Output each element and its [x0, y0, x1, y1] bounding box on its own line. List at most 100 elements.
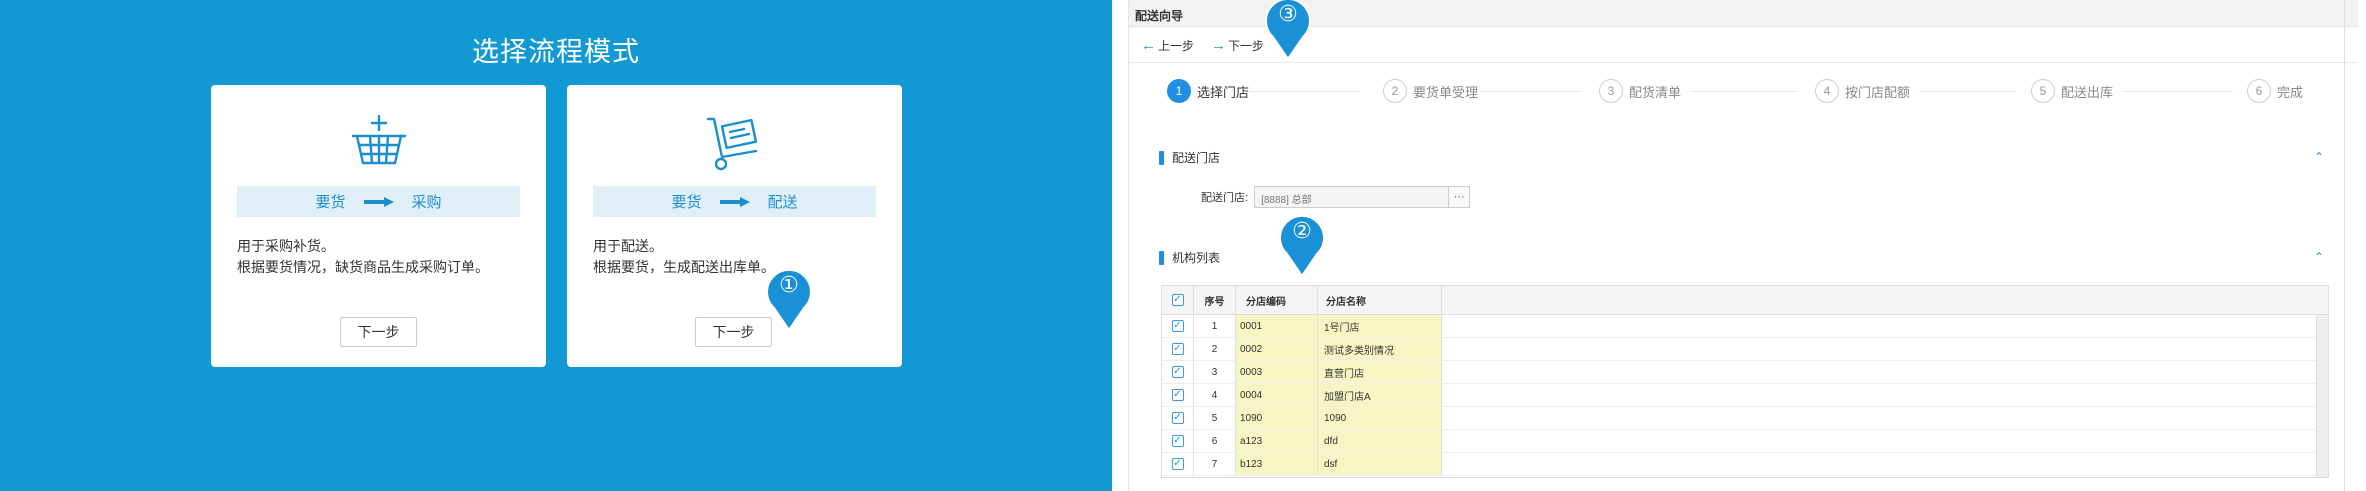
description-line: 根据要货，生成配送出库单。 — [593, 259, 775, 275]
description-line: 用于采购补货。 — [237, 238, 335, 254]
distribution-wizard: 配送向导 ← 上一步 → 下一步 1 选择门店 2 要货单受理 3 配货清单 4… — [1128, 0, 2358, 491]
step-5: 5 配送出库 — [2031, 79, 2113, 103]
cell-seq: 2 — [1194, 338, 1236, 360]
page-title: 选择流程模式 — [472, 37, 640, 67]
row-select-cell: ✓ — [1162, 384, 1194, 406]
next-step-label: 下一步 — [1228, 39, 1265, 53]
table-row[interactable]: ✓ 5 1090 1090 — [1162, 407, 2328, 430]
store-field-label: 配送门店: — [1201, 192, 1249, 204]
callout-marker-1: ① — [764, 268, 814, 332]
table-row[interactable]: ✓ 6 a123 dfd — [1162, 430, 2328, 453]
cell-name: 1090 — [1318, 407, 1442, 429]
table-row[interactable]: ✓ 2 0002 测试多类别情况 — [1162, 338, 2328, 361]
store-field-row: 配送门店: [8888] 总部 ··· — [1201, 186, 1471, 208]
wizard-title: 配送向导 — [1135, 9, 1184, 23]
section-marker — [1159, 150, 1164, 165]
table-row[interactable]: ✓ 4 0004 加盟门店A — [1162, 384, 2328, 407]
step-label: 按门店配额 — [1845, 84, 1911, 100]
cell-seq: 5 — [1194, 407, 1236, 429]
step-6: 6 完成 — [2247, 79, 2303, 103]
section-title: 配送门店 — [1172, 151, 1221, 165]
header-name[interactable]: 分店名称 — [1318, 286, 1442, 314]
step-label: 配送出库 — [2061, 84, 2114, 100]
purchase-mode-card[interactable]: 要货 采购 用于采购补货。 根据要货情况，缺货商品生成采购订单。 下一步 — [211, 85, 546, 367]
card-description: 用于配送。 根据要货，生成配送出库单。 — [593, 236, 775, 278]
table-row[interactable]: ✓ 1 0001 1号门店 — [1162, 315, 2328, 338]
header-seq[interactable]: 序号 — [1194, 286, 1236, 314]
section-title: 机构列表 — [1172, 251, 1221, 265]
row-select-cell: ✓ — [1162, 338, 1194, 360]
cell-name: 测试多类别情况 — [1318, 338, 1442, 360]
cell-name: dsf — [1318, 453, 1442, 475]
marker-number: ① — [779, 273, 799, 298]
row-checkbox[interactable]: ✓ — [1171, 435, 1184, 447]
wizard-steps: 1 选择门店 2 要货单受理 3 配货清单 4 按门店配额 5 配送出库 6 完… — [1129, 75, 2358, 107]
cell-name: 1号门店 — [1318, 315, 1442, 337]
step-number: 3 — [1599, 79, 1623, 103]
arrow-left-icon: ← — [1141, 36, 1156, 54]
cell-code: a123 — [1236, 430, 1318, 452]
prev-step-button[interactable]: ← 上一步 — [1141, 37, 1194, 54]
cell-code: 0001 — [1236, 315, 1318, 337]
flow-bar: 要货 采购 — [237, 186, 520, 217]
row-checkbox[interactable]: ✓ — [1171, 320, 1184, 332]
row-checkbox[interactable]: ✓ — [1171, 389, 1184, 401]
card-description: 用于采购补货。 根据要货情况，缺货商品生成采购订单。 — [237, 236, 489, 278]
row-checkbox[interactable]: ✓ — [1171, 343, 1184, 355]
cell-seq: 7 — [1194, 453, 1236, 475]
collapse-icon[interactable]: ⌃ — [2314, 150, 2324, 164]
row-checkbox[interactable]: ✓ — [1171, 458, 1184, 470]
step-label: 完成 — [2277, 84, 2304, 100]
basket-icon — [211, 113, 546, 173]
step-number: 6 — [2247, 79, 2271, 103]
store-picker-button[interactable]: ··· — [1448, 186, 1471, 208]
cell-name: 加盟门店A — [1318, 384, 1442, 406]
wizard-header: 配送向导 — [1129, 0, 2358, 27]
step-connector — [1481, 91, 1581, 92]
row-checkbox[interactable]: ✓ — [1171, 366, 1184, 378]
hand-truck-icon — [567, 113, 902, 173]
flow-from-label: 要货 — [671, 194, 702, 211]
collapse-icon[interactable]: ⌃ — [2314, 250, 2324, 264]
purchase-next-button[interactable]: 下一步 — [340, 317, 417, 347]
cell-code: 1090 — [1236, 407, 1318, 429]
cell-code: 0004 — [1236, 384, 1318, 406]
table-row[interactable]: ✓ 3 0003 直营门店 — [1162, 361, 2328, 384]
next-step-button[interactable]: → 下一步 — [1211, 37, 1264, 54]
table-header: ✓ 序号 分店编码 分店名称 — [1162, 286, 2328, 315]
cell-seq: 4 — [1194, 384, 1236, 406]
step-connector — [2123, 91, 2233, 92]
table-scrollbar[interactable] — [2316, 315, 2328, 477]
cell-seq: 1 — [1194, 315, 1236, 337]
prev-step-label: 上一步 — [1158, 39, 1195, 53]
org-table: ✓ 序号 分店编码 分店名称 ✓ 1 0001 1号门店 ✓ 2 0002 测试多类别情况 ✓ 3… — [1161, 285, 2329, 478]
cell-code: 0003 — [1236, 361, 1318, 383]
wizard-toolbar: ← 上一步 → 下一步 — [1129, 27, 2358, 63]
step-3: 3 配货清单 — [1599, 79, 1681, 103]
select-all-checkbox[interactable]: ✓ — [1171, 294, 1184, 306]
header-code[interactable]: 分店编码 — [1236, 286, 1318, 314]
row-checkbox[interactable]: ✓ — [1171, 412, 1184, 424]
step-number: 2 — [1383, 79, 1407, 103]
cell-seq: 3 — [1194, 361, 1236, 383]
store-input[interactable]: [8888] 总部 — [1254, 186, 1450, 208]
step-connector — [1919, 91, 2015, 92]
distribution-mode-card[interactable]: 要货 配送 用于配送。 根据要货，生成配送出库单。 下一步 — [567, 85, 902, 367]
table-row[interactable]: ✓ 7 b123 dsf — [1162, 453, 2328, 476]
flow-bar: 要货 配送 — [593, 186, 876, 217]
select-all-cell: ✓ — [1162, 286, 1194, 314]
row-select-cell: ✓ — [1162, 315, 1194, 337]
row-select-cell: ✓ — [1162, 361, 1194, 383]
screenshot-root: 选择流程模式 要货 采购 用于采购补货。 根据要货情况，缺货商品生成采购订单。 … — [0, 0, 2366, 491]
store-section-header: 配送门店 — [1159, 149, 1220, 166]
arrow-right-icon: → — [1211, 36, 1226, 54]
step-label: 要货单受理 — [1413, 84, 1479, 100]
flow-from-label: 要货 — [315, 194, 346, 211]
mode-select-panel: 选择流程模式 要货 采购 用于采购补货。 根据要货情况，缺货商品生成采购订单。 … — [0, 0, 1112, 491]
row-select-cell: ✓ — [1162, 453, 1194, 475]
cell-code: b123 — [1236, 453, 1318, 475]
marker-number: ② — [1292, 219, 1312, 244]
step-2: 2 要货单受理 — [1383, 79, 1478, 103]
distribution-next-button[interactable]: 下一步 — [695, 317, 772, 347]
callout-marker-3: ③ — [1263, 0, 1313, 61]
